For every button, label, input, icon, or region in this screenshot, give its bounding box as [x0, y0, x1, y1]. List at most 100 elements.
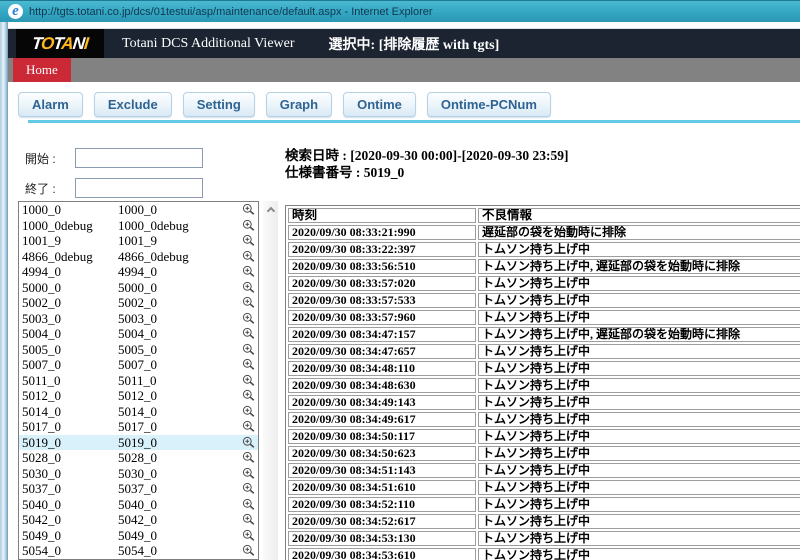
- magnifier-zoom-icon[interactable]: [238, 451, 258, 464]
- tab-graph[interactable]: Graph: [266, 92, 332, 117]
- magnifier-zoom-icon[interactable]: [238, 327, 258, 340]
- spec-id: 5004_0: [19, 326, 118, 342]
- time-cell: 2020/09/30 08:34:51:143: [288, 463, 476, 478]
- log-table-container[interactable]: 時刻不良情報 2020/09/30 08:33:21:990遅延部の袋を始動時に…: [285, 205, 800, 560]
- defect-info-cell: 遅延部の袋を始動時に排除: [478, 225, 800, 240]
- magnifier-zoom-icon[interactable]: [238, 544, 258, 557]
- time-cell: 2020/09/30 08:34:50:117: [288, 429, 476, 444]
- list-item[interactable]: 4994_04994_0: [19, 264, 258, 280]
- table-row: 2020/09/30 08:34:52:110トムソン持ち上げ中: [288, 497, 800, 512]
- time-cell: 2020/09/30 08:33:57:020: [288, 276, 476, 291]
- defect-info-cell: トムソン持ち上げ中: [478, 242, 800, 257]
- spec-id: 5040_0: [19, 497, 118, 513]
- tab-exclude[interactable]: Exclude: [94, 92, 172, 117]
- list-item[interactable]: 5000_05000_0: [19, 280, 258, 296]
- time-cell: 2020/09/30 08:34:53:610: [288, 548, 476, 560]
- tab-ontime[interactable]: Ontime: [343, 92, 416, 117]
- magnifier-zoom-icon[interactable]: [238, 358, 258, 371]
- end-input[interactable]: [75, 178, 203, 198]
- list-item[interactable]: 5003_05003_0: [19, 311, 258, 327]
- defect-info-cell: トムソン持ち上げ中, 遅延部の袋を始動時に排除: [478, 327, 800, 342]
- list-item[interactable]: 5019_05019_0: [19, 435, 258, 451]
- time-cell: 2020/09/30 08:34:48:630: [288, 378, 476, 393]
- list-item[interactable]: 5007_05007_0: [19, 357, 258, 373]
- spec-id: 1000_0: [19, 202, 118, 218]
- spec-id-alias: 1000_0: [118, 202, 238, 218]
- list-item[interactable]: 5012_05012_0: [19, 388, 258, 404]
- time-cell: 2020/09/30 08:34:50:623: [288, 446, 476, 461]
- defect-info-cell: トムソン持ち上げ中: [478, 429, 800, 444]
- browser-title-text: http://tgts.totani.co.jp/dcs/01testui/as…: [29, 6, 433, 18]
- table-row: 2020/09/30 08:34:53:610トムソン持ち上げ中: [288, 548, 800, 560]
- list-item[interactable]: 4866_0debug4866_0debug: [19, 249, 258, 265]
- spec-id: 5000_0: [19, 280, 118, 296]
- tab-ontime-pcnum[interactable]: Ontime-PCNum: [427, 92, 551, 117]
- defect-info-cell: トムソン持ち上げ中: [478, 378, 800, 393]
- magnifier-zoom-icon[interactable]: [238, 219, 258, 232]
- spec-id-alias: 5037_0: [118, 481, 238, 497]
- defect-info-cell: トムソン持ち上げ中: [478, 412, 800, 427]
- list-item[interactable]: 5054_05054_0: [19, 543, 258, 559]
- time-cell: 2020/09/30 08:34:47:657: [288, 344, 476, 359]
- defect-log-table: 時刻不良情報 2020/09/30 08:33:21:990遅延部の袋を始動時に…: [285, 205, 800, 560]
- list-item[interactable]: 5017_05017_0: [19, 419, 258, 435]
- magnifier-zoom-icon[interactable]: [238, 234, 258, 247]
- spec-id-alias: 5000_0: [118, 280, 238, 296]
- list-scrollbar[interactable]: [263, 201, 278, 560]
- time-cell: 2020/09/30 08:33:57:960: [288, 310, 476, 325]
- spec-id: 5007_0: [19, 357, 118, 373]
- tab-setting[interactable]: Setting: [183, 92, 255, 117]
- magnifier-zoom-icon[interactable]: [238, 281, 258, 294]
- defect-info-cell: トムソン持ち上げ中: [478, 344, 800, 359]
- totani-logo-text: TOTANI: [31, 34, 89, 54]
- magnifier-zoom-icon[interactable]: [238, 498, 258, 511]
- magnifier-zoom-icon[interactable]: [238, 389, 258, 402]
- defect-info-cell: トムソン持ち上げ中: [478, 276, 800, 291]
- magnifier-zoom-icon[interactable]: [238, 482, 258, 495]
- spec-id-alias: 5014_0: [118, 404, 238, 420]
- magnifier-zoom-icon[interactable]: [238, 436, 258, 449]
- magnifier-zoom-icon[interactable]: [238, 296, 258, 309]
- magnifier-zoom-icon[interactable]: [238, 405, 258, 418]
- app-header: TOTANI Totani DCS Additional Viewer 選択中:…: [8, 29, 800, 58]
- spec-id: 5014_0: [19, 404, 118, 420]
- list-item[interactable]: 5042_05042_0: [19, 512, 258, 528]
- defect-info-cell: トムソン持ち上げ中: [478, 310, 800, 325]
- spec-number-label: 仕様書番号 : 5019_0: [285, 164, 568, 181]
- list-item[interactable]: 1000_0debug1000_0debug: [19, 218, 258, 234]
- start-field-row: 開始 :: [25, 148, 203, 168]
- magnifier-zoom-icon[interactable]: [238, 343, 258, 356]
- list-item[interactable]: 5028_05028_0: [19, 450, 258, 466]
- magnifier-zoom-icon[interactable]: [238, 312, 258, 325]
- defect-info-cell: トムソン持ち上げ中: [478, 514, 800, 529]
- list-item[interactable]: 5049_05049_0: [19, 528, 258, 544]
- search-result-header: 検索日時 : [2020-09-30 00:00]-[2020-09-30 23…: [285, 147, 568, 181]
- magnifier-zoom-icon[interactable]: [238, 467, 258, 480]
- spec-listbox[interactable]: 1000_01000_01000_0debug1000_0debug1001_9…: [18, 201, 259, 560]
- magnifier-zoom-icon[interactable]: [238, 203, 258, 216]
- magnifier-zoom-icon[interactable]: [238, 374, 258, 387]
- list-item[interactable]: 5040_05040_0: [19, 497, 258, 513]
- list-item[interactable]: 5004_05004_0: [19, 326, 258, 342]
- spec-id-alias: 5017_0: [118, 419, 238, 435]
- start-input[interactable]: [75, 148, 203, 168]
- browser-titlebar[interactable]: e http://tgts.totani.co.jp/dcs/01testui/…: [0, 0, 800, 22]
- home-button[interactable]: Home: [13, 58, 71, 82]
- list-item[interactable]: 5037_05037_0: [19, 481, 258, 497]
- list-item[interactable]: 1001_91001_9: [19, 233, 258, 249]
- list-item[interactable]: 5002_05002_0: [19, 295, 258, 311]
- spec-id: 5002_0: [19, 295, 118, 311]
- magnifier-zoom-icon[interactable]: [238, 513, 258, 526]
- magnifier-zoom-icon[interactable]: [238, 420, 258, 433]
- list-item[interactable]: 5011_05011_0: [19, 373, 258, 389]
- magnifier-zoom-icon[interactable]: [238, 529, 258, 542]
- magnifier-zoom-icon[interactable]: [238, 265, 258, 278]
- list-item[interactable]: 5014_05014_0: [19, 404, 258, 420]
- list-item[interactable]: 5030_05030_0: [19, 466, 258, 482]
- magnifier-zoom-icon[interactable]: [238, 250, 258, 263]
- list-item[interactable]: 5005_05005_0: [19, 342, 258, 358]
- spec-id-alias: 5028_0: [118, 450, 238, 466]
- list-item[interactable]: 1000_01000_0: [19, 202, 258, 218]
- tab-alarm[interactable]: Alarm: [18, 92, 83, 117]
- spec-id: 1000_0debug: [19, 218, 118, 234]
